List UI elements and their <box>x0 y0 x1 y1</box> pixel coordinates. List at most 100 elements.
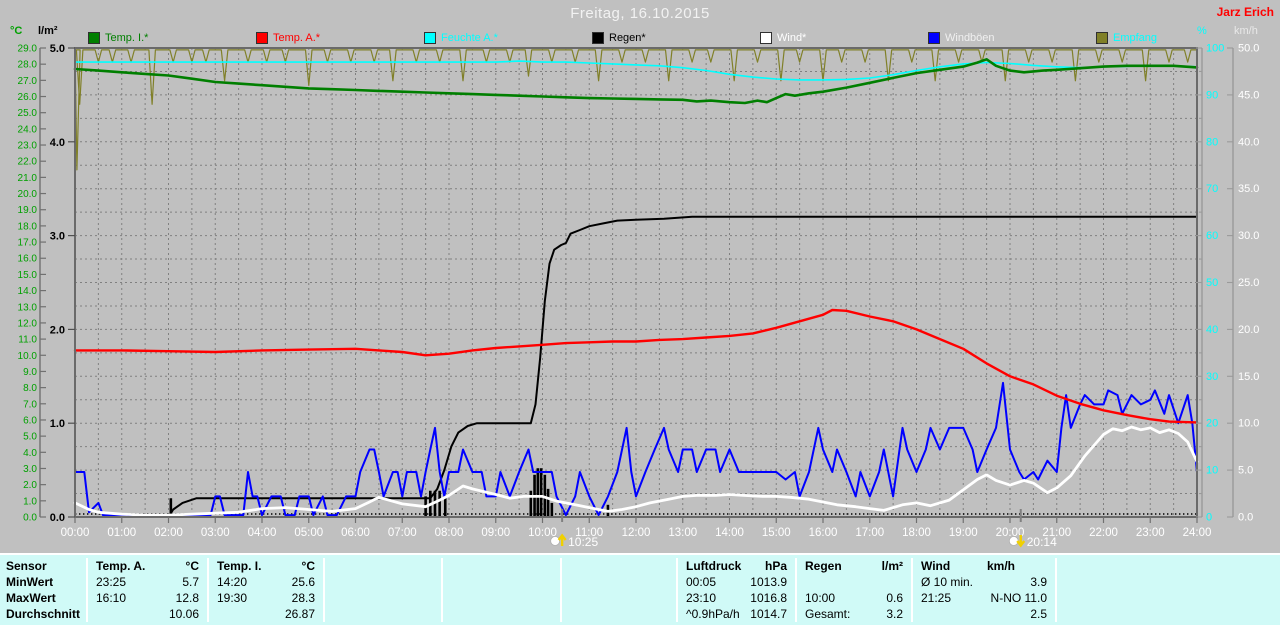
table-header-unit: km/h <box>986 559 1015 573</box>
daily-stats-table: Sensor MinWert MaxWert Durchschnitt Temp. A.… <box>0 553 1280 625</box>
svg-text:14.0: 14.0 <box>18 286 38 297</box>
svg-text:18.0: 18.0 <box>18 221 38 232</box>
svg-text:2.0: 2.0 <box>50 324 65 336</box>
table-divider <box>1055 558 1057 622</box>
svg-text:13.0: 13.0 <box>18 302 38 313</box>
svg-text:24.0: 24.0 <box>18 124 38 135</box>
wind-axis: 0.0 5.0 10.0 15.0 20.0 25.0 30.0 35.0 40.0 45.0 50… <box>1227 43 1259 524</box>
table-value-number: 0.6 <box>886 591 903 605</box>
temp-axis: 0.0 1.0 2.0 3.0 4.0 5.0 6.0 7.0 8.0 9.0 10.0 11.0 12… <box>18 44 46 524</box>
svg-text:30: 30 <box>1206 371 1218 383</box>
svg-text:12.0: 12.0 <box>18 318 38 329</box>
svg-text:10.0: 10.0 <box>1238 418 1259 430</box>
svg-text:17.0: 17.0 <box>18 238 38 249</box>
svg-text:07:00: 07:00 <box>388 527 417 539</box>
svg-text:11.0: 11.0 <box>18 335 37 346</box>
svg-text:0.0: 0.0 <box>23 513 37 524</box>
svg-text:01:00: 01:00 <box>107 527 136 539</box>
svg-text:60: 60 <box>1206 230 1218 242</box>
table-divider <box>441 558 443 622</box>
table-value-number: 1013.9 <box>750 575 787 589</box>
svg-text:3.0: 3.0 <box>50 231 65 243</box>
svg-text:4.0: 4.0 <box>50 137 65 149</box>
svg-text:23.0: 23.0 <box>18 141 38 152</box>
svg-text:10.0: 10.0 <box>18 351 38 362</box>
svg-text:26.0: 26.0 <box>18 92 38 103</box>
svg-text:90: 90 <box>1206 89 1218 101</box>
svg-text:15.0: 15.0 <box>18 270 38 281</box>
svg-text:20.0: 20.0 <box>1238 324 1259 336</box>
svg-text:0.0: 0.0 <box>1238 512 1253 524</box>
svg-text:8.0: 8.0 <box>23 383 37 394</box>
rain-axis: 0.0 1.0 2.0 3.0 4.0 5.0 <box>50 43 75 524</box>
svg-text:03:00: 03:00 <box>201 527 230 539</box>
svg-text:0: 0 <box>1206 512 1212 524</box>
series-wind <box>73 425 1199 517</box>
svg-text:25.0: 25.0 <box>18 108 38 119</box>
grid-lines <box>75 48 1197 517</box>
table-value-number: 5.7 <box>182 575 199 589</box>
series-temp-i <box>73 57 1199 105</box>
svg-text:06:00: 06:00 <box>341 527 370 539</box>
rain-rate-bars <box>169 468 610 517</box>
svg-text:24:00: 24:00 <box>1183 527 1212 539</box>
svg-text:27.0: 27.0 <box>18 76 38 87</box>
svg-text:19:00: 19:00 <box>949 527 978 539</box>
table-value-number: 1014.7 <box>750 607 787 621</box>
svg-text:4.0: 4.0 <box>23 448 37 459</box>
svg-text:7.0: 7.0 <box>23 399 37 410</box>
marker-time-label: 20:14 <box>1027 535 1057 549</box>
svg-text:70: 70 <box>1206 183 1218 195</box>
table-divider <box>560 558 562 622</box>
svg-text:1.0: 1.0 <box>23 496 37 507</box>
svg-text:02:00: 02:00 <box>154 527 183 539</box>
svg-text:40.0: 40.0 <box>1238 136 1259 148</box>
svg-text:23:00: 23:00 <box>1136 527 1165 539</box>
svg-text:12:00: 12:00 <box>622 527 651 539</box>
marker-time-label: 10:25 <box>568 535 598 549</box>
svg-text:1.0: 1.0 <box>50 418 65 430</box>
svg-text:16:00: 16:00 <box>809 527 838 539</box>
svg-text:20.0: 20.0 <box>18 189 38 200</box>
table-value-number: 26.87 <box>284 607 315 621</box>
table-value-number: 3.9 <box>1030 575 1047 589</box>
table-value-number: 25.6 <box>291 575 315 589</box>
table-header-sensor: Sensor <box>6 559 47 573</box>
svg-text:13:00: 13:00 <box>668 527 697 539</box>
table-value-number: 10.06 <box>168 607 199 621</box>
svg-text:10: 10 <box>1206 465 1218 477</box>
table-value-number: 2.5 <box>1030 607 1047 621</box>
svg-text:5.0: 5.0 <box>50 43 65 55</box>
svg-text:04:00: 04:00 <box>248 527 277 539</box>
svg-text:40: 40 <box>1206 324 1218 336</box>
svg-text:80: 80 <box>1206 136 1218 148</box>
svg-text:05:00: 05:00 <box>294 527 323 539</box>
table-header-unit: °C <box>301 559 315 573</box>
svg-text:08:00: 08:00 <box>435 527 464 539</box>
svg-text:18:00: 18:00 <box>902 527 931 539</box>
svg-text:22.0: 22.0 <box>18 157 38 168</box>
svg-text:17:00: 17:00 <box>855 527 884 539</box>
svg-text:20: 20 <box>1206 418 1218 430</box>
svg-text:45.0: 45.0 <box>1238 89 1259 101</box>
svg-text:15:00: 15:00 <box>762 527 791 539</box>
table-divider <box>323 558 325 622</box>
table-value-number: 12.8 <box>175 591 199 605</box>
svg-text:50: 50 <box>1206 277 1218 289</box>
svg-text:5.0: 5.0 <box>1238 465 1253 477</box>
svg-text:29.0: 29.0 <box>18 44 38 55</box>
table-value-number: N-NO 11.0 <box>990 591 1047 605</box>
svg-text:09:00: 09:00 <box>481 527 510 539</box>
weather-chart: 0.0 1.0 2.0 3.0 4.0 5.0 6.0 7.0 8.0 9.0 10.0 11.0 12… <box>18 43 1260 550</box>
table-value-number: 28.3 <box>291 591 315 605</box>
svg-text:28.0: 28.0 <box>18 60 38 71</box>
svg-text:50.0: 50.0 <box>1238 43 1259 55</box>
svg-text:2.0: 2.0 <box>23 480 37 491</box>
svg-text:19.0: 19.0 <box>18 205 38 216</box>
svg-text:9.0: 9.0 <box>23 367 37 378</box>
series-temp-a <box>73 308 1199 424</box>
table-header-unit: hPa <box>764 559 787 573</box>
svg-text:00:00: 00:00 <box>61 527 90 539</box>
series-regen <box>74 215 1198 518</box>
table-header-unit: °C <box>185 559 199 573</box>
